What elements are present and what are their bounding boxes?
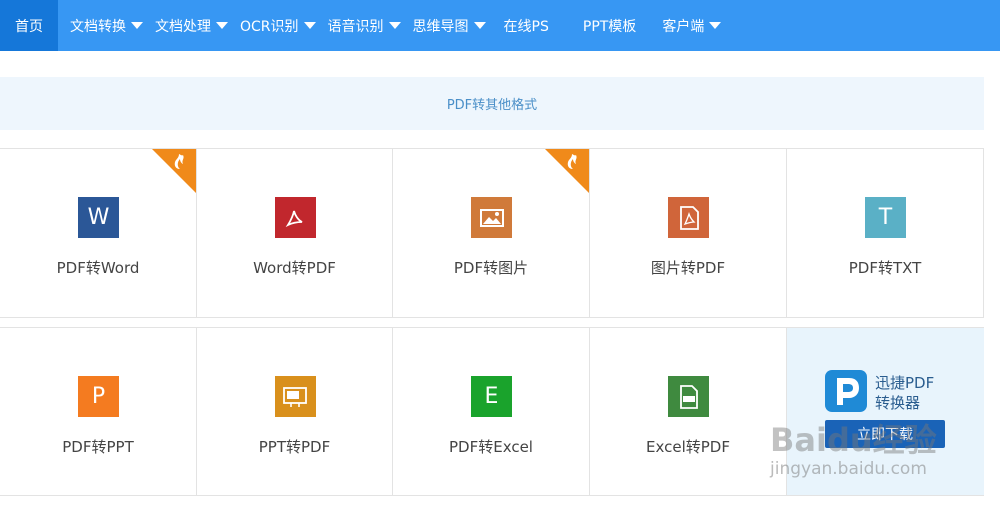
tool-tile-excel-to-pdf[interactable]: Excel转PDF bbox=[590, 327, 787, 496]
tool-tile-pdf-to-word[interactable]: W PDF转Word bbox=[0, 148, 197, 318]
tool-label: PPT转PDF bbox=[258, 438, 331, 456]
app-logo-icon bbox=[825, 370, 867, 412]
caret-down-icon bbox=[303, 22, 316, 29]
nav-item-mindmap[interactable]: 思维导图 bbox=[413, 0, 486, 51]
caret-down-icon bbox=[216, 22, 228, 29]
tool-tile-pdf-to-excel[interactable]: E PDF转Excel bbox=[393, 327, 590, 496]
tool-label: PDF转Word bbox=[56, 259, 140, 277]
pdf-file-icon bbox=[274, 376, 316, 417]
nav-item-label: OCR识别 bbox=[240, 18, 299, 35]
category-title: PDF转其他格式 bbox=[446, 98, 538, 113]
nav-item-ppt-template[interactable]: PPT模板 bbox=[583, 0, 636, 51]
nav-item-home[interactable]: 首页 bbox=[0, 0, 58, 51]
tool-label: 图片转PDF bbox=[650, 259, 726, 277]
pdf-acrobat-icon bbox=[668, 197, 709, 238]
promo-title-line2: 转换器 bbox=[875, 394, 921, 412]
word-icon: W bbox=[78, 197, 119, 238]
nav-item-doc-process[interactable]: 文档处理 bbox=[155, 0, 228, 51]
caret-down-icon bbox=[709, 22, 722, 29]
category-header: PDF转其他格式 bbox=[0, 77, 984, 130]
tool-tile-pdf-to-image[interactable]: PDF转图片 bbox=[393, 148, 590, 318]
nav-item-label: 语音识别 bbox=[327, 18, 384, 35]
caret-down-icon bbox=[473, 22, 486, 29]
hot-flame-icon bbox=[152, 149, 196, 193]
tool-tile-pdf-to-ppt[interactable]: P PDF转PPT bbox=[0, 327, 197, 496]
nav-item-label: 在线PS bbox=[503, 18, 549, 35]
nav-item-label: PPT模板 bbox=[582, 18, 637, 35]
caret-down-icon bbox=[131, 22, 143, 29]
tool-tile-pdf-to-txt[interactable]: T PDF转TXT bbox=[787, 148, 984, 318]
tool-tile-image-to-pdf[interactable]: 图片转PDF bbox=[590, 148, 787, 318]
tool-tile-ppt-to-pdf[interactable]: PPT转PDF bbox=[197, 327, 393, 496]
nav-item-label: 首页 bbox=[15, 18, 43, 35]
pdf-file-icon bbox=[668, 376, 709, 417]
nav-item-label: 思维导图 bbox=[412, 18, 469, 35]
tool-label: PDF转Excel bbox=[449, 438, 533, 456]
tool-label: Word转PDF bbox=[253, 259, 336, 277]
nav-item-ocr[interactable]: OCR识别 bbox=[240, 0, 316, 51]
nav-item-label: 文档转换 bbox=[70, 18, 126, 35]
caret-down-icon bbox=[388, 22, 401, 29]
tool-tile-word-to-pdf[interactable]: Word转PDF bbox=[197, 148, 393, 318]
ppt-icon: P bbox=[78, 376, 119, 417]
nav-item-speech[interactable]: 语音识别 bbox=[328, 0, 401, 51]
tool-label: PDF转图片 bbox=[453, 259, 529, 277]
nav-item-label: 文档处理 bbox=[155, 18, 211, 35]
download-now-button[interactable]: 立即下载 bbox=[825, 420, 945, 448]
hot-flame-icon bbox=[545, 149, 589, 193]
image-icon bbox=[471, 197, 512, 238]
promo-download-panel[interactable]: 迅捷PDF 转换器 立即下载 bbox=[787, 327, 984, 496]
nav-item-online-ps[interactable]: 在线PS bbox=[504, 0, 549, 51]
nav-item-doc-convert[interactable]: 文档转换 bbox=[70, 0, 143, 51]
txt-icon: T bbox=[865, 197, 906, 238]
tool-label: Excel转PDF bbox=[646, 438, 730, 456]
promo-title-line1: 迅捷PDF bbox=[875, 374, 935, 392]
top-nav: 首页 文档转换 文档处理 OCR识别 语音识别 思维导图 在线PS PPT模板 … bbox=[0, 0, 1000, 51]
nav-item-label: 客户端 bbox=[662, 18, 705, 35]
nav-item-client[interactable]: 客户端 bbox=[662, 0, 722, 51]
tool-label: PDF转TXT bbox=[848, 259, 922, 277]
excel-icon: E bbox=[471, 376, 512, 417]
pdf-acrobat-icon bbox=[274, 197, 316, 238]
tool-label: PDF转PPT bbox=[62, 438, 134, 456]
